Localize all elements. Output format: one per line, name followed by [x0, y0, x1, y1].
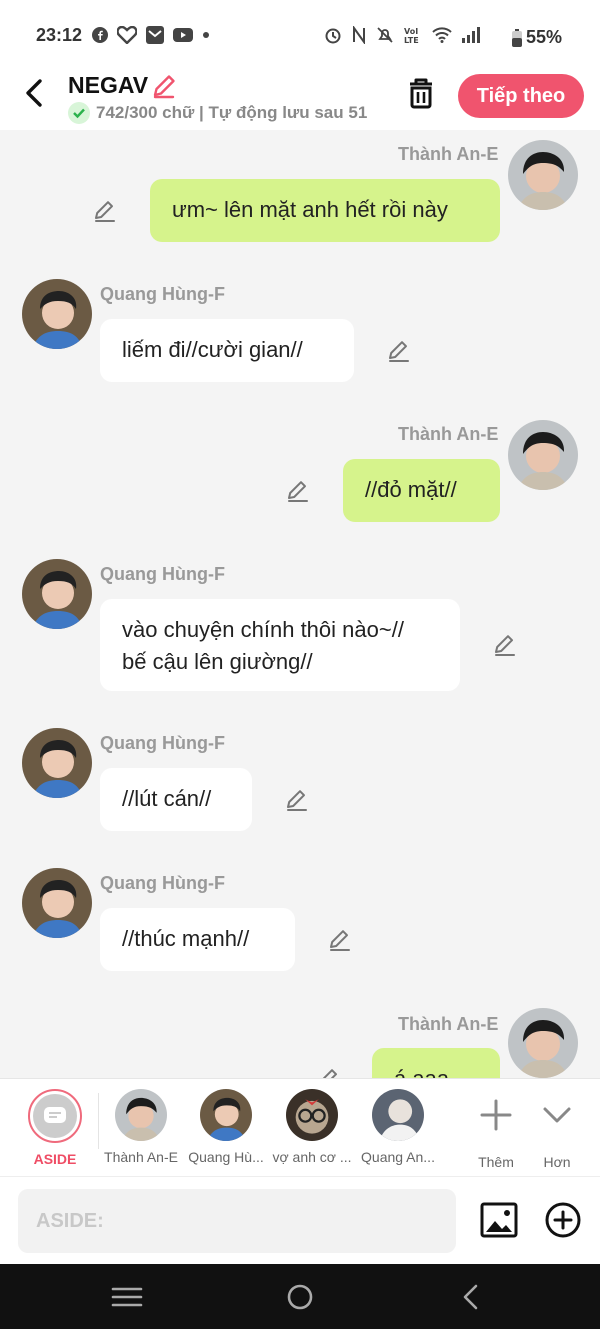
- aside-selector[interactable]: ASIDE: [13, 1089, 97, 1167]
- message-bubble[interactable]: vào chuyện chính thôi nào~// bế cậu lên …: [100, 599, 460, 691]
- avatar-thanh-an[interactable]: [508, 1008, 578, 1078]
- back-arrow-icon[interactable]: [20, 76, 50, 110]
- avatar-quang-hung[interactable]: [22, 868, 92, 938]
- plus-icon: [480, 1099, 512, 1131]
- battery-percent: 55%: [526, 27, 563, 47]
- edit-message-icon[interactable]: [316, 1066, 342, 1078]
- avatar: [115, 1089, 167, 1141]
- mail-app-icon: [146, 26, 164, 44]
- aside-input[interactable]: [18, 1189, 456, 1253]
- svg-text:LTE: LTE: [404, 36, 419, 44]
- mute-icon: [377, 27, 393, 43]
- status-bar: 23:12 VoI LTE 55%: [0, 0, 600, 64]
- edit-message-icon[interactable]: [92, 198, 118, 224]
- status-time: 23:12: [36, 25, 83, 45]
- edit-message-icon[interactable]: [386, 338, 412, 364]
- character-thanh-an[interactable]: Thành An-E: [99, 1089, 183, 1165]
- avatar-thanh-an[interactable]: [508, 420, 578, 490]
- nfc-icon: [353, 26, 365, 44]
- speaker-name: Thành An-E: [398, 1014, 499, 1034]
- volte-icon: VoILTE: [404, 27, 419, 44]
- aside-bubble-icon: [33, 1094, 77, 1138]
- add-circle-icon[interactable]: [544, 1201, 582, 1239]
- image-icon[interactable]: [480, 1201, 518, 1239]
- chat-area[interactable]: Thành An-E ưm~ lên mặt anh hết rồi này Q…: [0, 130, 600, 1078]
- avatar-quang-hung[interactable]: [22, 279, 92, 349]
- avatar-quang-hung[interactable]: [22, 728, 92, 798]
- trash-icon[interactable]: [404, 76, 438, 110]
- facebook-icon: [92, 27, 108, 43]
- word-count-autosave: 742/300 chữ | Tự động lưu sau 51: [96, 103, 368, 122]
- youtube-icon: [173, 28, 193, 42]
- expand-label: Hơn: [543, 1154, 571, 1170]
- character-label: Thành An-E: [104, 1149, 178, 1165]
- character-vo-anh-co[interactable]: vợ anh cơ ...: [270, 1089, 354, 1165]
- notification-icons: [92, 26, 210, 44]
- message-bubble[interactable]: liếm đi//cười gian//: [100, 319, 354, 382]
- edit-message-icon[interactable]: [492, 632, 518, 658]
- dot-icon: [203, 32, 209, 38]
- speaker-name: Quang Hùng-F: [100, 284, 225, 304]
- message-bubble[interactable]: //lút cán//: [100, 768, 252, 831]
- editor-header: NEGAV 742/300 chữ | Tự động lưu sau 51 T…: [0, 64, 600, 130]
- message-bubble[interactable]: //thúc mạnh//: [100, 908, 295, 971]
- story-title: NEGAV: [68, 72, 149, 98]
- speaker-name: Quang Hùng-F: [100, 564, 225, 584]
- message-bubble[interactable]: //đỏ mặt//: [343, 459, 500, 522]
- character-quang-hung[interactable]: Quang Hù...: [184, 1089, 268, 1165]
- avatar: [286, 1089, 338, 1141]
- save-status: 742/300 chữ | Tự động lưu sau 51: [68, 102, 367, 124]
- input-bar: [0, 1176, 600, 1264]
- message-bubble[interactable]: á aaa: [372, 1048, 500, 1078]
- speaker-name: Thành An-E: [398, 144, 499, 164]
- edit-message-icon[interactable]: [284, 787, 310, 813]
- chevron-down-icon: [543, 1107, 571, 1123]
- character-label: Quang An...: [361, 1149, 435, 1165]
- character-label: vợ anh cơ ...: [272, 1149, 352, 1165]
- heart-app-icon: [117, 26, 137, 44]
- avatar-quang-hung[interactable]: [22, 559, 92, 629]
- check-icon: [68, 102, 90, 124]
- edit-title-pencil-icon[interactable]: [150, 72, 178, 100]
- back-nav-icon[interactable]: [452, 1282, 492, 1312]
- edit-message-icon[interactable]: [327, 927, 353, 953]
- wifi-icon: [432, 27, 452, 43]
- next-button[interactable]: Tiếp theo: [458, 74, 584, 118]
- edit-message-icon[interactable]: [285, 478, 311, 504]
- speaker-name: Thành An-E: [398, 424, 499, 444]
- aside-label: ASIDE: [33, 1151, 77, 1167]
- character-label: Quang Hù...: [188, 1149, 264, 1165]
- battery-indicator: 55%: [512, 27, 562, 48]
- signal-icon: [462, 27, 480, 43]
- system-nav-bar: [0, 1264, 600, 1329]
- expand-button[interactable]: Hơn: [526, 1089, 588, 1170]
- alarm-icon: [325, 28, 341, 44]
- speaker-name: Quang Hùng-F: [100, 733, 225, 753]
- character-quang-an[interactable]: Quang An...: [356, 1089, 440, 1165]
- speaker-name: Quang Hùng-F: [100, 873, 225, 893]
- character-selector: ASIDE Thành An-E Quang Hù... vợ anh cơ .…: [0, 1078, 600, 1176]
- avatar-thanh-an[interactable]: [508, 140, 578, 210]
- system-icons: VoI LTE: [324, 26, 480, 44]
- battery-icon: [512, 28, 522, 47]
- avatar: [372, 1089, 424, 1141]
- home-icon[interactable]: [280, 1282, 320, 1312]
- message-bubble[interactable]: ưm~ lên mặt anh hết rồi này: [150, 179, 500, 242]
- recent-apps-icon[interactable]: [107, 1282, 147, 1312]
- svg-text:VoI: VoI: [404, 27, 418, 36]
- avatar: [200, 1089, 252, 1141]
